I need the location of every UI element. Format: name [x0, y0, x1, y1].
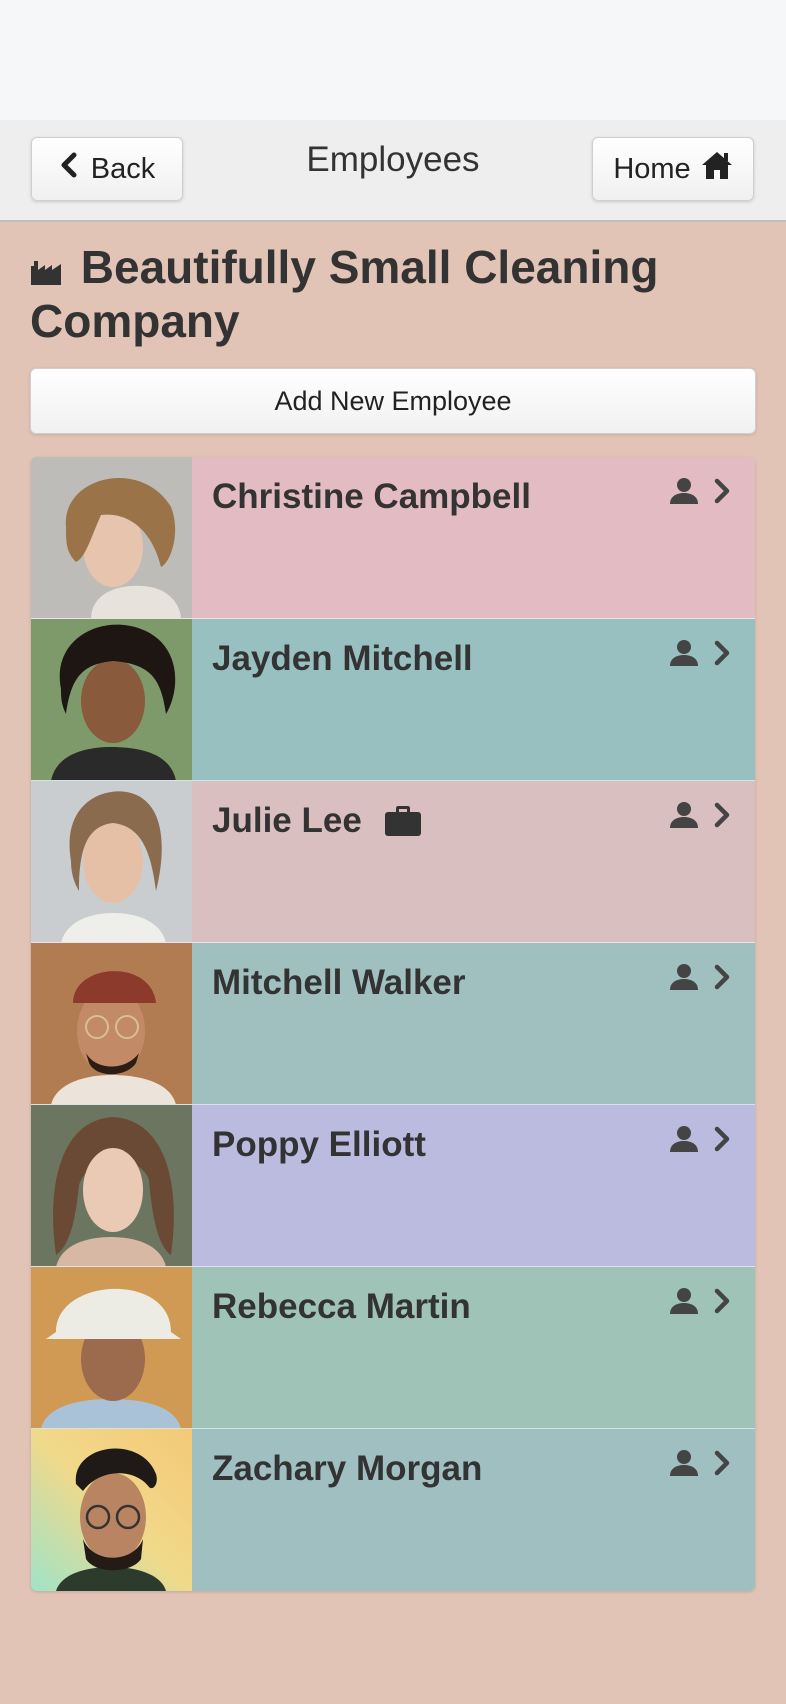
chevron-right-icon [713, 964, 731, 990]
employee-info: Julie Lee [192, 781, 755, 942]
employee-info: Christine Campbell [192, 457, 755, 618]
employee-name: Mitchell Walker [212, 963, 466, 1002]
person-icon [669, 477, 699, 505]
person-icon [669, 639, 699, 667]
employee-photo [31, 1429, 192, 1591]
person-icon [669, 1287, 699, 1315]
employee-row[interactable]: Poppy Elliott [31, 1105, 755, 1267]
employee-info: Jayden Mitchell [192, 619, 755, 780]
status-bar-area [0, 0, 786, 120]
employee-row[interactable]: Julie Lee [31, 781, 755, 943]
employee-info: Rebecca Martin [192, 1267, 755, 1428]
employee-row[interactable]: Jayden Mitchell [31, 619, 755, 781]
person-icon [669, 1449, 699, 1477]
employee-name: Jayden Mitchell [212, 639, 473, 678]
employee-row[interactable]: Zachary Morgan [31, 1429, 755, 1591]
chevron-right-icon [713, 640, 731, 666]
employee-photo [31, 1105, 192, 1266]
employee-name: Julie Lee [212, 801, 422, 841]
page-header-title: Employees [306, 140, 480, 179]
employee-row[interactable]: Christine Campbell [31, 457, 755, 619]
chevron-right-icon [713, 802, 731, 828]
person-icon [669, 1125, 699, 1153]
employee-photo [31, 619, 192, 780]
employee-name: Rebecca Martin [212, 1287, 471, 1326]
employee-info: Zachary Morgan [192, 1429, 755, 1591]
employee-photo [31, 943, 192, 1104]
company-name: Beautifully Small Cleaning Company [30, 241, 659, 347]
employee-photo [31, 1267, 192, 1428]
employee-list: Christine Campbell Jayden Mitchell Julie… [31, 457, 755, 1591]
employee-row[interactable]: Mitchell Walker [31, 943, 755, 1105]
employee-name: Christine Campbell [212, 477, 531, 516]
person-icon [669, 801, 699, 829]
employee-row[interactable]: Rebecca Martin [31, 1267, 755, 1429]
employee-photo [31, 457, 192, 618]
industry-icon [30, 241, 81, 293]
person-icon [669, 963, 699, 991]
company-heading: Beautifully Small Cleaning Company [30, 240, 750, 348]
briefcase-icon [384, 805, 422, 837]
chevron-right-icon [713, 1288, 731, 1314]
chevron-right-icon [713, 1126, 731, 1152]
chevron-right-icon [713, 1450, 731, 1476]
add-new-employee-button[interactable]: Add New Employee [30, 368, 756, 434]
employee-photo [31, 781, 192, 942]
employee-name: Zachary Morgan [212, 1449, 483, 1488]
employee-name: Poppy Elliott [212, 1125, 426, 1164]
employee-info: Mitchell Walker [192, 943, 755, 1104]
employee-info: Poppy Elliott [192, 1105, 755, 1266]
chevron-right-icon [713, 478, 731, 504]
